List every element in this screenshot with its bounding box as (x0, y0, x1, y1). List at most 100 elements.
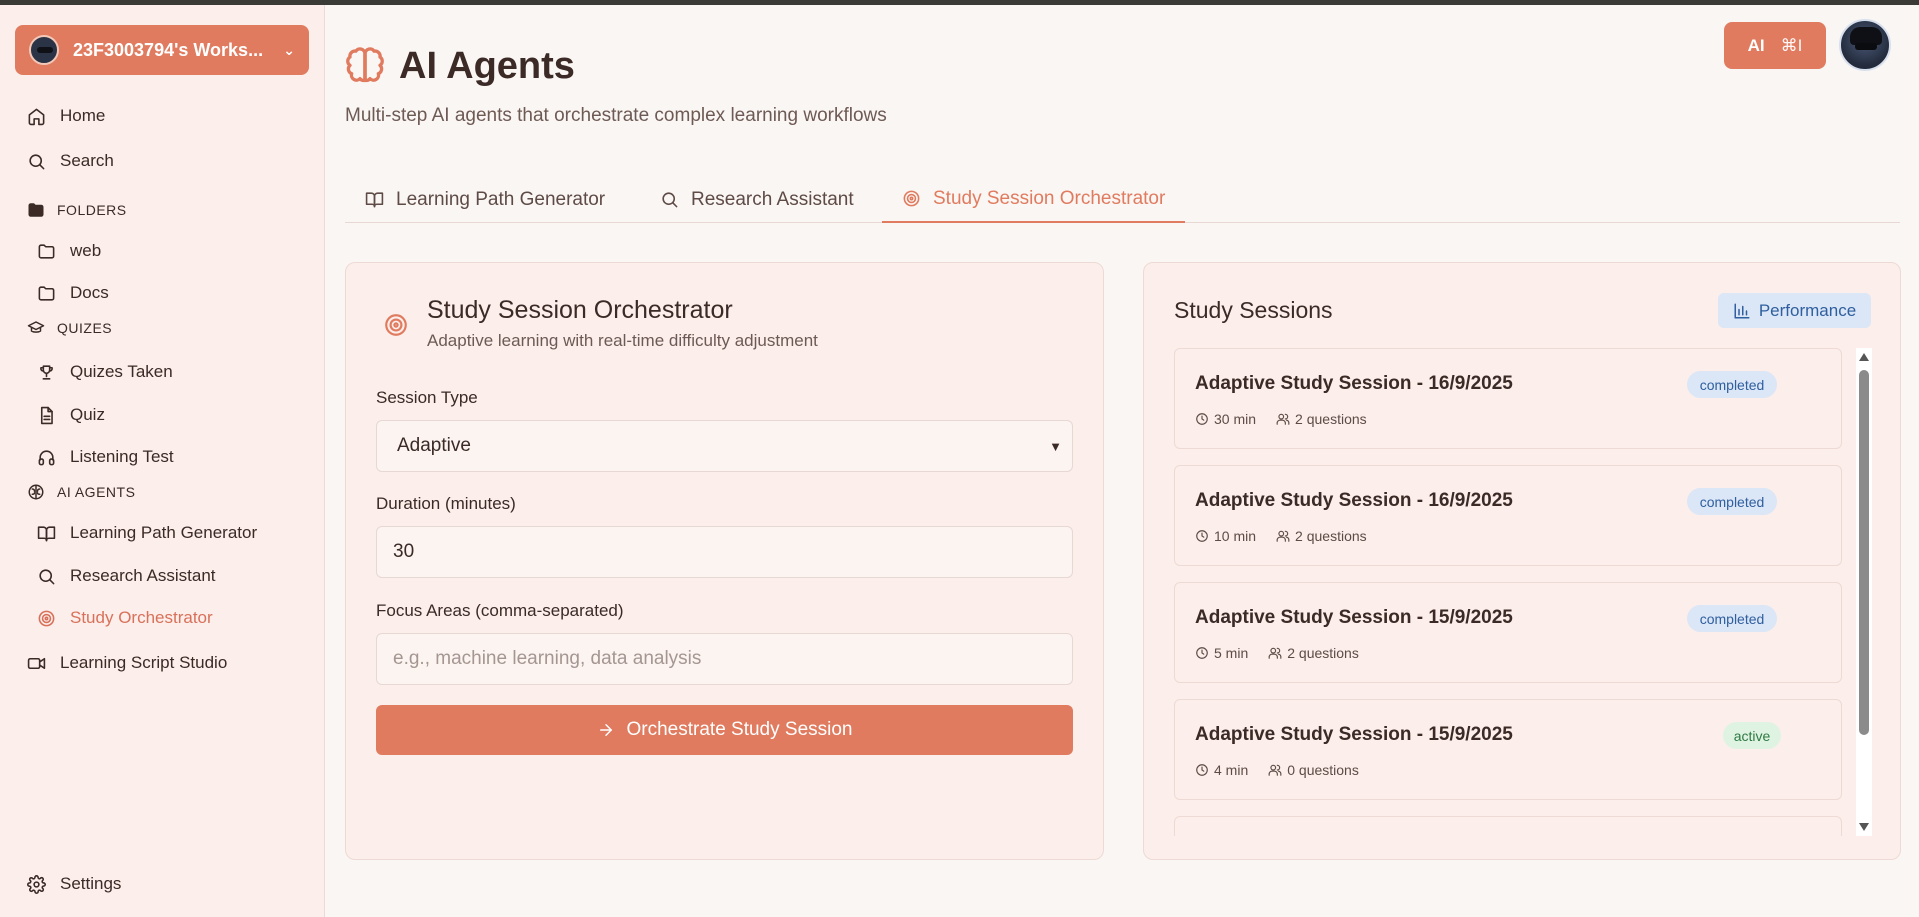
study-sessions-card: Study Sessions Performance Adaptive Stud… (1143, 262, 1901, 860)
section-ai-agents: AI AGENTS (27, 483, 135, 501)
sessions-list: Adaptive Study Session - 16/9/2025 compl… (1174, 348, 1872, 836)
users-icon (1268, 647, 1282, 659)
clock-icon (1196, 530, 1208, 542)
search-icon (39, 568, 55, 584)
tab-research-assistant[interactable]: Research Assistant (660, 176, 854, 223)
status-badge: completed (1687, 605, 1777, 632)
sidebar-item-settings[interactable]: Settings (27, 874, 121, 894)
clock-icon (1196, 413, 1208, 425)
orchestrate-button[interactable]: Orchestrate Study Session (376, 705, 1073, 755)
sidebar-item-label: Search (60, 151, 114, 170)
sidebar-item-learning-path-generator[interactable]: Learning Path Generator (37, 523, 257, 543)
focus-areas-field[interactable] (376, 633, 1073, 685)
sessions-scrollbar[interactable] (1856, 348, 1872, 836)
tab-label: Research Assistant (691, 188, 854, 210)
section-label: QUIZES (57, 320, 113, 336)
gear-icon (27, 874, 46, 894)
graduation-cap-icon (27, 321, 45, 333)
arrow-right-icon (599, 724, 612, 736)
target-icon (385, 314, 407, 336)
sidebar-item-research-assistant[interactable]: Research Assistant (37, 566, 216, 586)
video-icon (27, 657, 46, 669)
search-icon (662, 192, 678, 208)
session-questions: 2 questions (1295, 528, 1367, 544)
session-duration: 30 min (1214, 411, 1257, 427)
sidebar-item-quiz[interactable]: Quiz (37, 405, 105, 425)
user-avatar[interactable] (1839, 19, 1891, 71)
performance-button[interactable]: Performance (1718, 293, 1871, 328)
duration-input[interactable] (393, 541, 1056, 563)
sidebar-item-folder-web[interactable]: web (37, 241, 101, 261)
ai-button-label: AI (1747, 35, 1765, 55)
brain-icon (28, 484, 44, 500)
tab-label: Learning Path Generator (396, 188, 606, 210)
sidebar-item-search[interactable]: Search (27, 151, 114, 171)
book-open-icon (365, 192, 384, 208)
sidebar-item-label: Docs (70, 283, 109, 302)
folder-icon (38, 285, 55, 301)
agent-tabs: Learning Path Generator Research Assista… (345, 176, 1900, 223)
session-duration: 5 min (1214, 645, 1249, 661)
session-type-select[interactable]: Adaptive ▼ (376, 420, 1073, 472)
sidebar: 23F3003794's Works... ⌄ Home Search FOLD… (0, 5, 325, 917)
session-item[interactable]: Adaptive Study Session - 15/9/2025 compl… (1174, 582, 1842, 683)
workspace-switcher[interactable]: 23F3003794's Works... ⌄ (15, 25, 309, 75)
bar-chart-icon (1734, 303, 1750, 318)
sidebar-item-label: Learning Script Studio (60, 653, 228, 672)
session-meta: 5 min 2 questions (1195, 645, 1359, 661)
document-icon (40, 406, 53, 424)
chevron-down-icon: ▼ (1049, 438, 1062, 454)
session-questions: 0 questions (1287, 762, 1359, 778)
session-duration: 10 min (1214, 528, 1257, 544)
session-title: Adaptive Study Session - 15/9/2025 (1195, 607, 1513, 628)
sidebar-item-label: Settings (60, 874, 122, 893)
section-quizzes: QUIZES (27, 319, 112, 337)
duration-field[interactable] (376, 526, 1073, 578)
session-item[interactable] (1174, 816, 1842, 836)
orchestrate-button-label: Orchestrate Study Session (626, 719, 853, 740)
search-icon (29, 153, 45, 169)
headphones-icon (38, 449, 55, 465)
sidebar-item-label: Listening Test (70, 447, 174, 466)
performance-label: Performance (1758, 300, 1857, 320)
duration-label: Duration (minutes) (376, 494, 516, 513)
users-icon (1276, 413, 1290, 425)
sidebar-item-label: Study Orchestrator (70, 608, 213, 627)
orchestrator-card: Study Session Orchestrator Adaptive lear… (345, 262, 1104, 860)
tab-study-session-orchestrator[interactable]: Study Session Orchestrator (882, 176, 1186, 223)
sidebar-item-label: Home (60, 106, 106, 125)
sidebar-item-home[interactable]: Home (27, 106, 105, 126)
clock-icon (1196, 764, 1208, 776)
workspace-avatar (29, 35, 59, 65)
status-badge: active (1723, 722, 1781, 749)
focus-areas-label: Focus Areas (comma-separated) (376, 601, 624, 620)
tab-learning-path-generator[interactable]: Learning Path Generator (365, 176, 615, 223)
scroll-down-arrow[interactable] (1859, 823, 1869, 831)
section-label: AI AGENTS (57, 484, 136, 500)
sidebar-item-study-orchestrator[interactable]: Study Orchestrator (37, 608, 213, 628)
orchestrator-header: Study Session Orchestrator Adaptive lear… (383, 296, 818, 351)
sidebar-item-listening-test[interactable]: Listening Test (37, 447, 174, 467)
session-type-label: Session Type (376, 388, 478, 407)
trophy-icon (40, 364, 53, 380)
sidebar-item-label: Research Assistant (70, 566, 216, 585)
session-item[interactable]: Adaptive Study Session - 16/9/2025 compl… (1174, 348, 1842, 449)
sidebar-item-learning-script-studio[interactable]: Learning Script Studio (27, 653, 227, 673)
session-item[interactable]: Adaptive Study Session - 16/9/2025 compl… (1174, 465, 1842, 566)
session-meta: 4 min 0 questions (1195, 762, 1359, 778)
scroll-up-arrow[interactable] (1859, 353, 1869, 361)
ai-assistant-button[interactable]: AI ⌘I (1724, 22, 1826, 69)
users-icon (1268, 764, 1282, 776)
keyboard-shortcut: ⌘I (1780, 35, 1803, 55)
users-icon (1276, 530, 1290, 542)
tab-label: Study Session Orchestrator (933, 187, 1166, 209)
session-questions: 2 questions (1295, 411, 1367, 427)
session-item[interactable]: Adaptive Study Session - 15/9/2025 activ… (1174, 699, 1842, 800)
sidebar-item-folder-docs[interactable]: Docs (37, 283, 109, 303)
scrollbar-thumb[interactable] (1859, 370, 1869, 735)
focus-areas-input[interactable] (393, 648, 1056, 670)
sidebar-item-quizes-taken[interactable]: Quizes Taken (37, 362, 173, 382)
sidebar-item-label: Learning Path Generator (70, 523, 258, 542)
folder-icon (28, 203, 44, 217)
folder-icon (38, 243, 55, 259)
